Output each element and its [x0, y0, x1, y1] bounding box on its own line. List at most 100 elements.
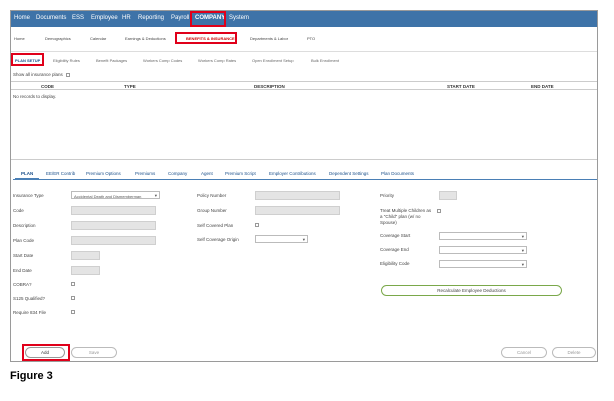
cobra-label: COBRA?	[13, 282, 32, 287]
code-field[interactable]	[71, 206, 156, 215]
recalculate-deductions-button[interactable]: Recalculate Employee Deductions	[381, 285, 562, 296]
nav-documents[interactable]: Documents	[36, 15, 66, 21]
s125-label: S125 Qualified?	[13, 296, 46, 301]
active-tab-indicator	[15, 178, 39, 180]
tab-premium-options[interactable]: Premium Options	[86, 171, 121, 176]
cancel-button[interactable]: Cancel	[501, 347, 547, 358]
require-file-label: Require 834 File	[13, 310, 47, 315]
chevron-down-icon: ▾	[302, 237, 305, 242]
self-coverage-origin-label: Self Coverage Origin	[197, 237, 239, 242]
coverage-end-label: Coverage End	[380, 247, 409, 252]
section-workers-comp-rates[interactable]: Workers Comp Rates	[198, 58, 236, 63]
require-file-checkbox[interactable]	[71, 310, 75, 314]
highlight-company	[190, 11, 226, 27]
plan-code-label: Plan Code	[13, 238, 35, 243]
subnav-demographics[interactable]: Demographics	[45, 36, 71, 41]
chevron-down-icon: ▾	[521, 248, 524, 253]
code-label: Code	[13, 208, 24, 213]
insurance-type-label: Insurance Type	[13, 193, 44, 198]
col-type[interactable]: TYPE	[124, 84, 136, 89]
subnav-pto[interactable]: PTO	[307, 36, 315, 41]
col-start-date[interactable]: START DATE	[447, 84, 475, 89]
policy-number-label: Policy Number	[197, 193, 227, 198]
tab-ee-er-contrib[interactable]: EE/ER Contrib	[46, 171, 75, 176]
section-benefit-packages[interactable]: Benefit Packages	[96, 58, 127, 63]
nav-payroll[interactable]: Payroll	[171, 15, 189, 21]
show-all-row: Show all insurance plans	[13, 72, 70, 77]
self-covered-label: Self Covered Plan	[197, 223, 234, 228]
insurance-type-select[interactable]: Accidental Death and Dismemberman ▾	[71, 191, 160, 199]
end-date-field[interactable]	[71, 266, 100, 275]
col-end-date[interactable]: END DATE	[531, 84, 554, 89]
chevron-down-icon: ▾	[521, 234, 524, 239]
nav-system[interactable]: System	[229, 15, 249, 21]
col-description[interactable]: DESCRIPTION	[254, 84, 285, 89]
treat-multiple-label-line3: Spouse)	[380, 220, 397, 225]
start-date-field[interactable]	[71, 251, 100, 260]
description-label: Description	[13, 223, 36, 228]
highlight-benefits	[175, 32, 237, 44]
section-eligibility-rules[interactable]: Eligibility Rules	[53, 58, 80, 63]
tab-plan-documents[interactable]: Plan Documents	[381, 171, 414, 176]
eligibility-code-select[interactable]: ▾	[439, 260, 527, 268]
coverage-start-label: Coverage Start	[380, 233, 411, 238]
self-coverage-origin-select[interactable]: ▾	[255, 235, 308, 243]
eligibility-code-label: Eligibility Code	[380, 261, 410, 266]
section-bulk-enrollment[interactable]: Bulk Enrollment	[311, 58, 339, 63]
coverage-end-select[interactable]: ▾	[439, 246, 527, 254]
start-date-label: Start Date	[13, 253, 34, 258]
policy-number-field[interactable]	[255, 191, 340, 200]
nav-reporting[interactable]: Reporting	[138, 15, 164, 21]
application-window: Home Documents ESS Employee HR Reporting…	[10, 10, 598, 362]
sub-nav: Home Demographics Calendar Earnings & De…	[11, 28, 597, 52]
chevron-down-icon: ▾	[521, 262, 524, 267]
nav-hr[interactable]: HR	[122, 15, 131, 21]
show-all-label: Show all insurance plans	[13, 72, 63, 77]
tab-plan[interactable]: PLAN	[21, 171, 33, 176]
group-number-label: Group Number	[197, 208, 227, 213]
priority-field[interactable]	[439, 191, 457, 200]
group-number-field[interactable]	[255, 206, 340, 215]
insurance-type-value: Accidental Death and Dismemberman	[74, 193, 142, 199]
end-date-label: End Date	[13, 268, 32, 273]
save-button[interactable]: Save	[71, 347, 117, 358]
plans-grid-header: CODE TYPE DESCRIPTION START DATE END DAT…	[11, 81, 597, 90]
subnav-departments-labor[interactable]: Departments & Labor	[250, 36, 288, 41]
treat-multiple-label-line1: Treat Multiple Children as	[380, 208, 432, 213]
show-all-checkbox[interactable]	[65, 72, 70, 77]
top-nav: Home Documents ESS Employee HR Reporting…	[11, 11, 597, 27]
treat-multiple-label-line2: a "Child" plan (w/ no	[380, 214, 421, 219]
priority-label: Priority	[380, 193, 395, 198]
section-nav: PLAN SETUP Eligibility Rules Benefit Pac…	[11, 52, 597, 68]
plan-tabs: PLAN EE/ER Contrib Premium Options Premi…	[13, 166, 597, 180]
plan-code-field[interactable]	[71, 236, 156, 245]
tab-employer-contributions[interactable]: Employer Contributions	[269, 171, 316, 176]
figure-caption: Figure 3	[10, 370, 53, 382]
tab-company[interactable]: Company	[168, 171, 187, 176]
empty-grid-text: No records to display.	[13, 94, 57, 99]
section-open-enrollment[interactable]: Open Enrollment Setup	[252, 58, 294, 63]
highlight-plan-setup	[11, 53, 44, 66]
nav-employee[interactable]: Employee	[91, 15, 118, 21]
self-covered-checkbox[interactable]	[255, 223, 259, 227]
highlight-add	[22, 344, 70, 361]
tab-premiums[interactable]: Premiums	[135, 171, 155, 176]
subnav-home[interactable]: Home	[14, 36, 25, 41]
nav-home[interactable]: Home	[14, 15, 30, 21]
col-code[interactable]: CODE	[41, 84, 54, 89]
tab-agent[interactable]: Agent	[201, 171, 213, 176]
tab-premium-script[interactable]: Premium Script	[225, 171, 256, 176]
chevron-down-icon: ▾	[154, 193, 157, 198]
subnav-calendar[interactable]: Calendar	[90, 36, 106, 41]
nav-ess[interactable]: ESS	[72, 15, 84, 21]
subnav-earnings-deductions[interactable]: Earnings & Deductions	[125, 36, 166, 41]
coverage-start-select[interactable]: ▾	[439, 232, 527, 240]
treat-multiple-checkbox[interactable]	[437, 209, 441, 213]
s125-checkbox[interactable]	[71, 296, 75, 300]
tab-dependent-settings[interactable]: Dependent Settings	[329, 171, 369, 176]
description-field[interactable]	[71, 221, 156, 230]
delete-button[interactable]: Delete	[552, 347, 596, 358]
cobra-checkbox[interactable]	[71, 282, 75, 286]
section-workers-comp-codes[interactable]: Workers Comp Codes	[143, 58, 182, 63]
grid-divider	[11, 159, 597, 160]
